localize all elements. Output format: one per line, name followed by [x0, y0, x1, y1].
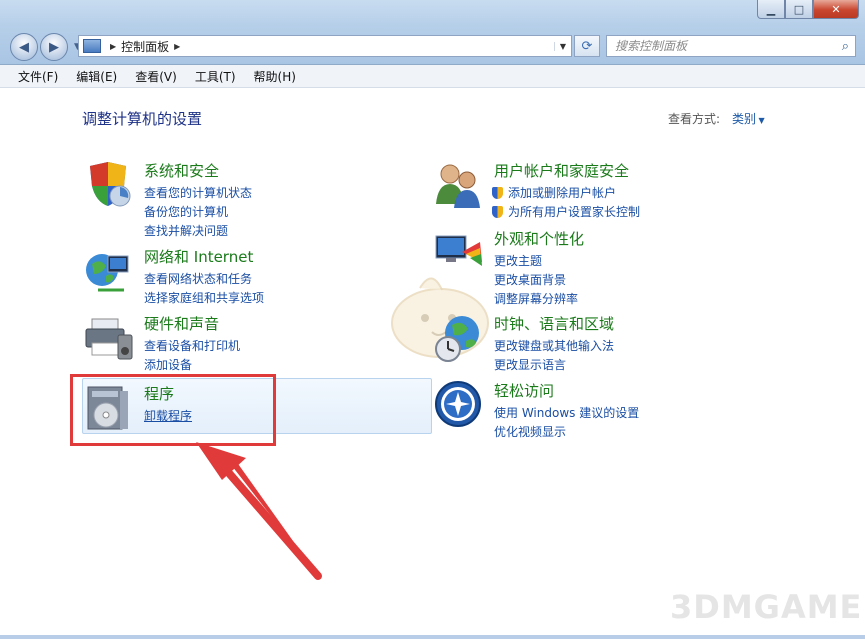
search-icon[interactable]: ⌕ — [842, 39, 849, 54]
refresh-button[interactable]: ⟳ — [574, 35, 600, 57]
forward-button[interactable]: ▶ — [40, 33, 68, 61]
window-titlebar: ▁ □ ✕ ◀ ▶ ▼ ▶ 控制面板 ▶ ▼ ⟳ ⌕ — [0, 0, 865, 65]
search-input[interactable] — [607, 38, 837, 54]
main-content: 调整计算机的设置 查看方式: 类别 系统和安全 查看您的计算机状态 备份您的计算… — [0, 88, 865, 639]
breadcrumb-separator-icon[interactable]: ▶ — [110, 42, 116, 51]
address-dropdown-icon[interactable]: ▼ — [554, 41, 571, 51]
watermark-logo: 3DMGAME — [670, 588, 863, 626]
window-bottom-border — [0, 635, 865, 639]
refresh-icon: ⟳ — [581, 38, 593, 54]
menu-edit[interactable]: 编辑(E) — [67, 68, 126, 85]
minimize-button[interactable]: ▁ — [757, 0, 785, 19]
menu-view[interactable]: 查看(V) — [126, 68, 186, 85]
menu-file[interactable]: 文件(F) — [0, 68, 67, 85]
menu-bar: 文件(F) 编辑(E) 查看(V) 工具(T) 帮助(H) — [0, 65, 865, 88]
address-bar[interactable]: ▶ 控制面板 ▶ ▼ — [78, 35, 572, 57]
arrow-right-icon: ▶ — [49, 39, 59, 55]
breadcrumb-separator-icon[interactable]: ▶ — [174, 42, 180, 51]
arrow-left-icon: ◀ — [19, 39, 29, 55]
navigation-buttons: ◀ ▶ ▼ — [10, 33, 85, 61]
back-button[interactable]: ◀ — [10, 33, 38, 61]
control-panel-icon — [83, 39, 101, 53]
menu-help[interactable]: 帮助(H) — [245, 68, 305, 85]
close-button[interactable]: ✕ — [813, 0, 859, 19]
breadcrumb-control-panel[interactable]: 控制面板 — [121, 38, 169, 55]
menu-tools[interactable]: 工具(T) — [186, 68, 245, 85]
search-box: ⌕ — [606, 35, 856, 57]
window-controls: ▁ □ ✕ — [757, 0, 859, 19]
maximize-button[interactable]: □ — [785, 0, 813, 19]
annotation-arrow-icon — [196, 442, 322, 580]
